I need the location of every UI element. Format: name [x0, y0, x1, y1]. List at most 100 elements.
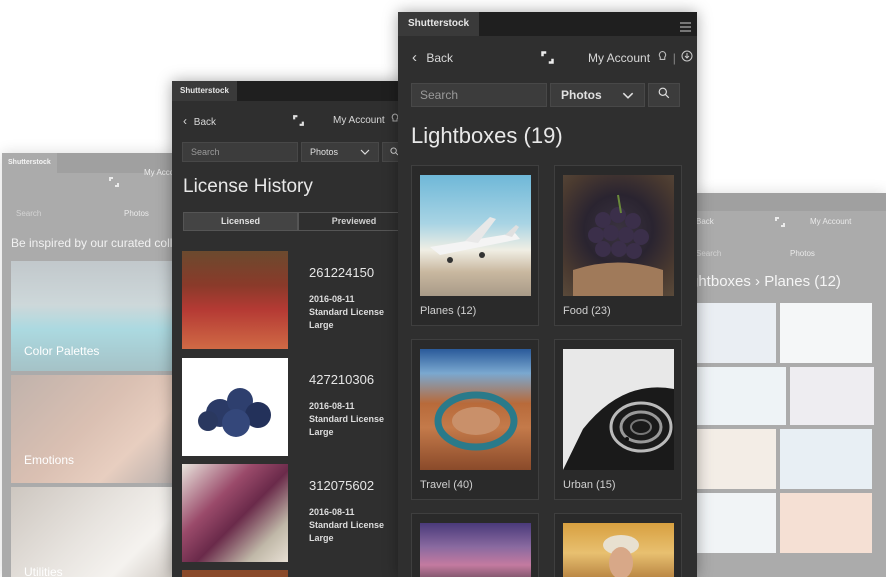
search-row: Search Photos — [182, 142, 404, 162]
back-button[interactable]: ‹ Back — [412, 36, 453, 80]
tab-licensed[interactable]: Licensed — [183, 212, 298, 231]
license-row[interactable]: 312075602 2016-08-11 Standard License La… — [182, 464, 392, 562]
license-size: Large — [309, 533, 334, 543]
page-title: License History — [183, 176, 313, 197]
license-id: 261224150 — [309, 265, 375, 280]
lightbulb-icon[interactable] — [658, 50, 670, 65]
category-card[interactable]: Utilities — [11, 487, 181, 577]
lightbox-card[interactable]: Urban (15) — [554, 339, 682, 500]
lightbox-thumbnail — [563, 175, 674, 296]
search-row: Search Photos — [411, 83, 680, 107]
lightbox-label: Urban (15) — [563, 479, 616, 491]
shutterstock-logo-icon[interactable] — [108, 175, 120, 193]
license-row[interactable]: 427210306 2016-08-11 Standard License La… — [182, 358, 392, 456]
license-size: Large — [309, 427, 334, 437]
license-thumbnail[interactable] — [182, 251, 288, 349]
category-card[interactable]: Color Palettes — [11, 261, 181, 371]
license-id: 427210306 — [309, 372, 375, 387]
lightbox-thumbnail — [420, 349, 531, 470]
license-date: 2016-08-11 — [309, 401, 355, 411]
search-icon — [658, 86, 670, 104]
chevron-left-icon: ‹ — [412, 49, 417, 66]
lightbox-card[interactable]: Travel (40) — [411, 339, 539, 500]
grid-image[interactable] — [780, 429, 872, 489]
airplane-image — [430, 217, 520, 263]
chevron-left-icon: ‹ — [183, 114, 187, 128]
type-select[interactable]: Photos — [124, 209, 149, 218]
license-thumbnail[interactable] — [182, 464, 288, 562]
lightbox-card[interactable] — [554, 513, 682, 577]
panel-tab[interactable]: Shutterstock — [172, 81, 237, 101]
chevron-down-icon — [622, 88, 634, 102]
my-account-link[interactable]: My Account — [810, 217, 851, 226]
urban-spiral-image — [563, 349, 674, 470]
lightbox-card[interactable]: Planes (12) — [411, 165, 539, 326]
download-icon[interactable] — [681, 50, 693, 65]
category-card[interactable]: Emotions — [11, 375, 181, 483]
license-thumbnail[interactable] — [182, 358, 288, 456]
license-thumbnail[interactable] — [182, 570, 288, 577]
lightbox-label: Travel (40) — [420, 479, 473, 491]
portrait-image — [603, 535, 639, 577]
back-label: Back — [426, 51, 454, 65]
grid-image[interactable] — [696, 493, 776, 553]
license-date: 2016-08-11 — [309, 294, 355, 304]
category-label: Utilities — [24, 565, 63, 577]
grid-image[interactable] — [696, 303, 776, 363]
panel-lightboxes: Shutterstock ‹ Back My Account | Search — [398, 12, 697, 577]
shutterstock-logo-icon[interactable] — [540, 50, 555, 70]
grapes-image — [573, 194, 663, 296]
grid-image[interactable] — [696, 367, 786, 425]
panel-tab[interactable]: Shutterstock — [2, 153, 57, 173]
search-input[interactable]: Search — [182, 142, 298, 162]
grid-image[interactable] — [780, 303, 872, 363]
license-row[interactable]: 261224150 2016-08-11 Standard License La… — [182, 251, 392, 349]
search-input[interactable]: Search — [16, 209, 41, 218]
lightbox-label: Planes (12) — [420, 305, 477, 317]
my-account-label: My Account — [588, 51, 651, 65]
license-type: Standard License — [309, 520, 385, 530]
license-size: Large — [309, 320, 334, 330]
lightbox-thumbnail — [420, 523, 531, 577]
type-select[interactable]: Photos — [790, 249, 815, 258]
search-input[interactable]: Search — [696, 249, 721, 258]
back-button[interactable]: Back — [696, 217, 714, 226]
type-select[interactable]: Photos — [550, 83, 645, 107]
back-label: Back — [193, 117, 217, 128]
shutterstock-logo-icon[interactable] — [292, 114, 305, 132]
back-button[interactable]: ‹ Back — [183, 101, 216, 143]
tab-previewed[interactable]: Previewed — [298, 212, 404, 231]
panel-tabbar: Shutterstock — [172, 81, 404, 101]
my-account-label: My Account — [333, 115, 385, 126]
shutterstock-logo-icon[interactable] — [774, 215, 786, 233]
lightbox-card[interactable]: Food (23) — [554, 165, 682, 326]
panel-license-history: Shutterstock ‹ Back My Account Search Ph… — [172, 81, 404, 577]
grid-image[interactable] — [696, 429, 776, 489]
lightbox-card[interactable] — [411, 513, 539, 577]
grid-image[interactable] — [780, 493, 872, 553]
breadcrumb: ghtboxes › Planes (12) — [690, 273, 841, 290]
my-account-link[interactable]: My Account | — [588, 36, 693, 80]
page-title: Lightboxes (19) — [411, 123, 563, 148]
search-button[interactable] — [648, 83, 680, 107]
panel-tabbar: Shutterstock — [398, 12, 697, 36]
panel-tabbar — [690, 193, 886, 211]
grid-image[interactable] — [790, 367, 874, 425]
chevron-down-icon — [360, 147, 370, 157]
license-id: 312075602 — [309, 478, 375, 493]
blueberries-image — [198, 388, 271, 437]
divider: | — [672, 51, 676, 65]
my-account-link[interactable]: My Acco — [144, 163, 174, 183]
search-input[interactable]: Search — [411, 83, 547, 107]
license-type: Standard License — [309, 414, 385, 424]
lightbox-label: Food (23) — [563, 305, 611, 317]
my-account-link[interactable]: My Account — [333, 101, 399, 141]
type-select-value: Photos — [310, 147, 339, 157]
panel-tab[interactable]: Shutterstock — [398, 12, 480, 36]
top-nav: ‹ Back My Account | — [398, 36, 697, 80]
search-placeholder: Search — [420, 88, 459, 102]
license-type: Standard License — [309, 307, 385, 317]
panel-lightbox-detail: Back My Account Search Photos ghtboxes ›… — [690, 193, 886, 577]
hamburger-menu-icon[interactable] — [680, 19, 691, 37]
type-select[interactable]: Photos — [301, 142, 379, 162]
